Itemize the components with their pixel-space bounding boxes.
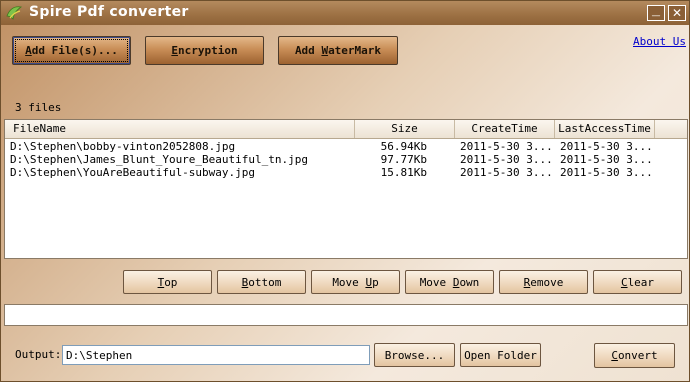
- add-files-label: Add File(s)...: [25, 44, 118, 57]
- about-us-link[interactable]: About Us: [633, 35, 686, 48]
- column-header-filename[interactable]: FileName: [5, 120, 355, 138]
- convert-label: Convert: [611, 349, 658, 362]
- output-path-input[interactable]: [62, 345, 370, 365]
- top-label: Top: [157, 275, 178, 289]
- add-watermark-label: Add WaterMark: [294, 44, 382, 57]
- cell-filename: D:\Stephen\James_Blunt_Youre_Beautiful_t…: [10, 153, 309, 166]
- file-list-header: FileName Size CreateTime LastAccessTime: [5, 120, 687, 139]
- move-up-label: Move Up: [332, 275, 379, 289]
- cell-filename: D:\Stephen\bobby-vinton2052808.jpg: [10, 140, 236, 153]
- remove-button[interactable]: Remove: [499, 270, 588, 294]
- cell-lastaccesstime: 2011-5-30 3...: [560, 140, 652, 153]
- conversion-progress-bar: [4, 304, 688, 326]
- bottom-label: Bottom: [241, 275, 282, 289]
- app-logo-icon: [6, 6, 22, 20]
- minimize-button[interactable]: —: [647, 5, 665, 21]
- open-folder-button[interactable]: Open Folder: [460, 343, 541, 367]
- browse-button[interactable]: Browse...: [374, 343, 455, 367]
- cell-size: 15.81Kb: [380, 166, 427, 179]
- clear-label: Clear: [620, 275, 655, 289]
- file-list[interactable]: FileName Size CreateTime LastAccessTime …: [4, 119, 688, 259]
- cell-createtime: 2011-5-30 3...: [460, 166, 552, 179]
- encryption-label: Encryption: [171, 44, 238, 57]
- open-folder-label: Open Folder: [464, 348, 537, 362]
- table-row[interactable]: D:\Stephen\YouAreBeautiful-subway.jpg 15…: [5, 166, 687, 179]
- remove-label: Remove: [523, 275, 564, 289]
- cell-size: 97.77Kb: [380, 153, 427, 166]
- table-row[interactable]: D:\Stephen\bobby-vinton2052808.jpg 56.94…: [5, 140, 687, 153]
- window-title: Spire Pdf converter: [29, 4, 189, 20]
- convert-button[interactable]: Convert: [594, 343, 675, 368]
- file-count-label: 3 files: [15, 101, 62, 114]
- column-header-lastaccesstime[interactable]: LastAccessTime: [555, 120, 655, 138]
- close-icon: ✕: [671, 6, 683, 20]
- move-down-button[interactable]: Move Down: [405, 270, 494, 294]
- column-header-createtime[interactable]: CreateTime: [455, 120, 555, 138]
- minimize-icon: —: [651, 10, 661, 21]
- table-row[interactable]: D:\Stephen\James_Blunt_Youre_Beautiful_t…: [5, 153, 687, 166]
- clear-button[interactable]: Clear: [593, 270, 682, 294]
- app-window: Spire Pdf converter — ✕ Add File(s)... E…: [0, 0, 690, 382]
- column-header-size[interactable]: Size: [355, 120, 455, 138]
- output-label: Output:: [15, 348, 62, 361]
- add-watermark-button[interactable]: Add WaterMark: [278, 36, 398, 65]
- bottom-button[interactable]: Bottom: [217, 270, 306, 294]
- cell-size: 56.94Kb: [380, 140, 427, 153]
- cell-createtime: 2011-5-30 3...: [460, 140, 552, 153]
- close-button[interactable]: ✕: [668, 5, 686, 21]
- move-up-button[interactable]: Move Up: [311, 270, 400, 294]
- cell-filename: D:\Stephen\YouAreBeautiful-subway.jpg: [10, 166, 256, 179]
- cell-createtime: 2011-5-30 3...: [460, 153, 552, 166]
- encryption-button[interactable]: Encryption: [145, 36, 264, 65]
- move-down-label: Move Down: [419, 275, 480, 289]
- title-bar[interactable]: Spire Pdf converter — ✕: [1, 1, 689, 25]
- cell-lastaccesstime: 2011-5-30 3...: [560, 153, 652, 166]
- top-button[interactable]: Top: [123, 270, 212, 294]
- cell-lastaccesstime: 2011-5-30 3...: [560, 166, 652, 179]
- add-files-button[interactable]: Add File(s)...: [12, 36, 131, 65]
- browse-label: Browse...: [384, 348, 445, 362]
